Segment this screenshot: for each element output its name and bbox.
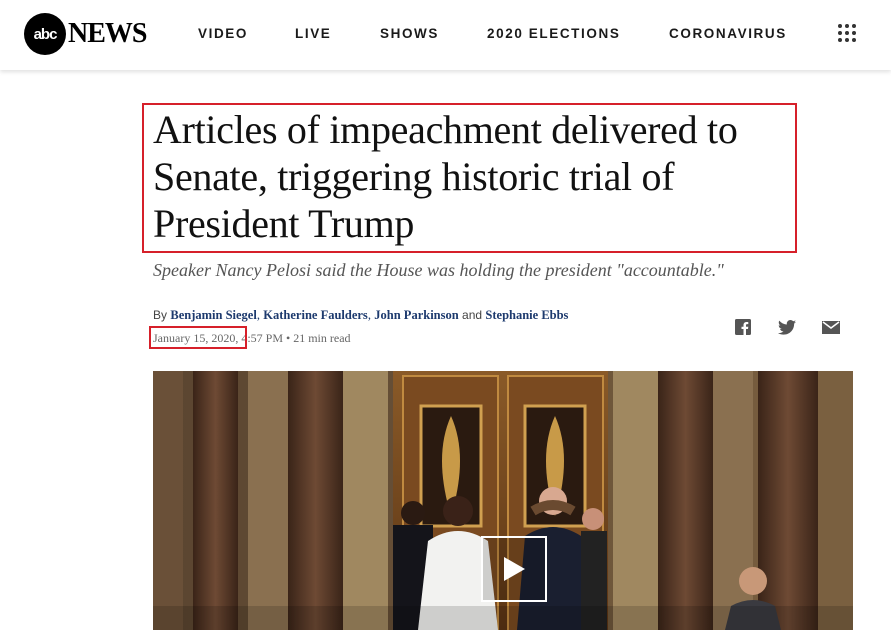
article-headline: Articles of impeachment delivered to Sen… <box>153 107 738 246</box>
nav-live[interactable]: LIVE <box>295 26 331 41</box>
author-link[interactable]: John Parkinson <box>374 308 458 322</box>
nav-video[interactable]: VIDEO <box>198 26 248 41</box>
grid-menu-icon[interactable] <box>838 24 856 42</box>
date-highlight-box <box>149 326 247 349</box>
author-link[interactable]: Katherine Faulders <box>263 308 368 322</box>
byline-prefix: By <box>153 308 168 322</box>
site-header: abc NEWS VIDEO LIVE SHOWS 2020 ELECTIONS… <box>0 0 891 70</box>
play-button[interactable] <box>481 536 547 602</box>
author-link[interactable]: Stephanie Ebbs <box>485 308 568 322</box>
nav-coronavirus[interactable]: CORONAVIRUS <box>669 26 787 41</box>
play-icon <box>504 557 525 581</box>
read-time: • 21 min read <box>286 331 351 345</box>
byline-separator: , <box>256 308 260 322</box>
byline-and: and <box>462 308 483 322</box>
main-nav: VIDEO LIVE SHOWS 2020 ELECTIONS CORONAVI… <box>0 0 891 70</box>
nav-2020-elections[interactable]: 2020 ELECTIONS <box>487 26 620 41</box>
facebook-icon[interactable] <box>734 318 752 336</box>
nav-shows[interactable]: SHOWS <box>380 26 439 41</box>
byline-separator: , <box>367 308 371 322</box>
author-link[interactable]: Benjamin Siegel <box>170 308 256 322</box>
article-subhead: Speaker Nancy Pelosi said the House was … <box>153 260 724 280</box>
email-icon[interactable] <box>822 318 840 336</box>
byline: By Benjamin Siegel, Katherine Faulders, … <box>153 308 568 323</box>
twitter-icon[interactable] <box>778 318 796 336</box>
